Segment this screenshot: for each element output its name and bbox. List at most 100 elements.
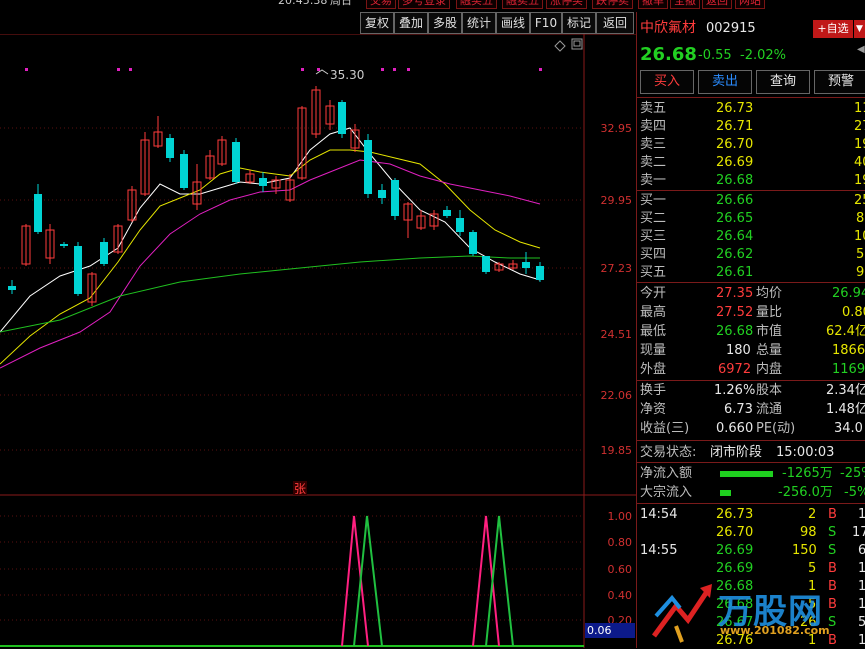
buy-level-price[interactable]: 26.66 [716, 192, 753, 209]
buy-level-price[interactable]: 26.64 [716, 228, 753, 245]
buy-level-volume: 8 [856, 211, 865, 226]
sell-level-label: 卖四 [640, 119, 667, 134]
signal-dot [301, 68, 304, 71]
tick-time: 14:54 [640, 507, 678, 522]
stock-code: 002915 [706, 21, 756, 36]
signal-dot [317, 68, 320, 71]
indicator-tick: 0.80 [607, 536, 633, 549]
watermark-logo-icon [651, 584, 712, 643]
back-button[interactable]: 返回 [596, 12, 634, 34]
diamond-icon[interactable] [554, 40, 566, 52]
stat-label: PE(动) [756, 421, 796, 436]
stat-label: 最低 [640, 324, 667, 339]
chart-window-icons [554, 38, 583, 52]
candle-body [482, 256, 490, 272]
indicator-lines [341, 515, 514, 647]
tick-price: 26.68 [716, 579, 754, 594]
candle-body [180, 154, 188, 188]
price-axis: 32.95 29.95 27.23 24.51 22.06 19.85 1.00… [580, 34, 633, 648]
panel-divider [636, 12, 637, 648]
mark-button[interactable]: 标记 [562, 12, 596, 34]
candle-body [259, 178, 267, 186]
stat-value: 1.48亿 [826, 402, 865, 417]
stat-label: 外盘 [640, 362, 667, 377]
buy-level-price[interactable]: 26.61 [716, 264, 753, 281]
add-watchlist-button[interactable]: +自选 [813, 20, 853, 38]
buy-button[interactable]: 买入 [640, 70, 694, 94]
f10-button[interactable]: F10 [530, 12, 562, 34]
sell-level-price[interactable]: 26.70 [716, 136, 753, 153]
overlay-button[interactable]: 叠加 [394, 12, 428, 34]
alert-button[interactable]: 预警 [814, 70, 865, 94]
menu-cancel-all[interactable]: 全撤 [670, 0, 700, 9]
candle-body [364, 140, 372, 194]
sell-level-price[interactable]: 26.69 [716, 154, 753, 171]
tick-volume: 150 [792, 543, 817, 558]
tick-volume: 98 [800, 525, 817, 540]
candle-body [166, 138, 174, 158]
indicator-current-value: 0.06 [585, 623, 635, 638]
stat-value: 34.0 [834, 421, 863, 436]
query-button[interactable]: 查询 [756, 70, 810, 94]
menu-back[interactable]: 返回 [702, 0, 732, 9]
quote-panel: 中欣氟材 002915 +自选 ▼ ◀ 26.68 -0.55 -2.02% 买… [636, 12, 865, 648]
tick-side: B [828, 597, 837, 612]
flow-bar [720, 490, 731, 496]
restore-rights-button[interactable]: 复权 [360, 12, 394, 34]
trade-status-value: 闭市阶段 [710, 445, 763, 460]
sell-button[interactable]: 卖出 [698, 70, 752, 94]
sell-level-price[interactable]: 26.73 [716, 100, 753, 117]
stat-value: 62.4亿 [826, 324, 865, 339]
event-marker[interactable]: 张 [294, 482, 306, 496]
menu-multi-login[interactable]: 多号登录 [398, 0, 450, 9]
menu-limit-up-buy[interactable]: 涨停买 [546, 0, 587, 9]
stat-label: 股本 [756, 383, 783, 398]
menu-margin-sell[interactable]: 融卖五 [502, 0, 543, 9]
stat-label: 现量 [640, 343, 667, 358]
tick-volume: 5 [808, 597, 817, 612]
menu-website[interactable]: 网站 [735, 0, 765, 9]
signal-dots [25, 68, 542, 71]
kline-chart[interactable]: 35.30 张 [0, 34, 636, 648]
stat-value: 6972 [718, 362, 752, 377]
statistics-button[interactable]: 统计 [462, 12, 496, 34]
indicator-tick: 0.40 [607, 589, 633, 602]
menu-cancel[interactable]: 撤单 [638, 0, 668, 9]
candle-body [522, 262, 530, 268]
tick-time: 14:55 [640, 543, 678, 558]
sell-level-price[interactable]: 26.71 [716, 118, 753, 135]
flow-value: -1265万 [782, 466, 833, 481]
menu-margin-buy[interactable]: 融买五 [456, 0, 497, 9]
buy-level-label: 买二 [640, 211, 667, 226]
sell-level-price[interactable]: 26.68 [716, 172, 753, 189]
tick-extra: 6 [858, 543, 865, 558]
trade-status-time: 15:00:03 [776, 445, 835, 460]
draw-line-button[interactable]: 画线 [496, 12, 530, 34]
multi-stock-button[interactable]: 多股 [428, 12, 462, 34]
sell-level-volume: 19 [854, 137, 865, 152]
tick-price: 26.70 [716, 525, 754, 540]
watchlist-dropdown-icon[interactable]: ▼ [854, 20, 865, 38]
tick-extra: 1 [858, 633, 865, 648]
tick-price: 26.73 [716, 507, 754, 522]
candle-body [232, 142, 240, 182]
flow-label: 大宗流入 [640, 485, 693, 500]
stat-label: 市值 [756, 324, 783, 339]
stat-label: 换手 [640, 383, 667, 398]
buy-level-price[interactable]: 26.65 [716, 210, 753, 227]
stat-label: 量比 [756, 305, 783, 320]
candle-body [338, 102, 346, 134]
collapse-arrow-icon[interactable]: ◀ [857, 44, 865, 55]
indicator-spike [353, 515, 383, 647]
menu-trade[interactable]: 交易 [366, 0, 396, 9]
candle-body [60, 244, 68, 246]
stat-value: 6.73 [724, 402, 753, 417]
tick-extra: 17 [852, 525, 865, 540]
stat-label: 今开 [640, 286, 667, 301]
price-tick: 19.85 [600, 444, 633, 457]
menu-limit-down-sell[interactable]: 跌停卖 [592, 0, 633, 9]
sell-level-volume: 27 [854, 119, 865, 134]
buy-level-price[interactable]: 26.62 [716, 246, 753, 263]
indicator-spike [485, 515, 514, 647]
price-change: -0.55 [698, 48, 732, 63]
